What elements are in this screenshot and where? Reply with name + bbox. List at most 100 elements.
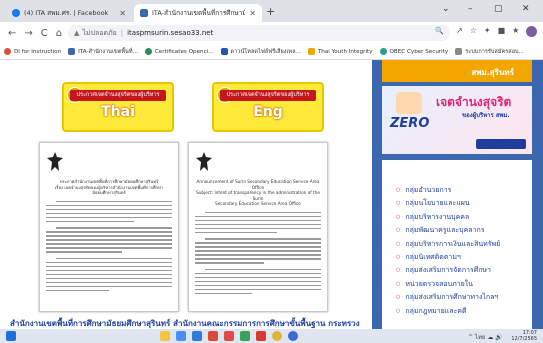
integrity-campaign-banner[interactable]: เจตจำนงสุจริต ของผู้บริหาร สพม. ZERO xyxy=(382,86,532,154)
tab-ita[interactable]: ITA-สำนักงานเขตพื้นที่การศึกษามัธยม ✕ xyxy=(134,4,262,22)
site-favicon-icon xyxy=(140,9,148,17)
chrome-icon[interactable] xyxy=(272,331,282,341)
menu-item[interactable]: กลุ่มบริหารการเงินและสินทรัพย์ xyxy=(396,238,522,251)
doc-heading-line: Announcement of Surin Secondary Educatio… xyxy=(196,179,320,190)
bookmark-star-icon[interactable]: ☆ xyxy=(470,26,477,37)
bookmark-icon xyxy=(68,48,76,55)
taskbar-app-icon[interactable] xyxy=(192,331,202,341)
campaign-sub: ของผู้บริหาร สพม. xyxy=(462,112,510,119)
menu-item[interactable]: กลุ่มกฎหมายและคดี xyxy=(396,305,522,318)
close-window-button[interactable]: ✕ xyxy=(522,4,530,14)
home-button[interactable]: ⌂ xyxy=(56,28,62,39)
campaign-logo xyxy=(476,139,526,149)
menu-item[interactable]: กลุ่มบริหารงานบุคคล xyxy=(396,211,522,224)
reload-button[interactable]: C xyxy=(41,28,48,39)
favorite-icon[interactable]: ★ xyxy=(512,26,519,37)
intent-banner-eng[interactable]: ประกาศเจตจำนงสุจริตของผู้บริหาร Eng xyxy=(212,82,324,132)
footer-org-title: สำนักงานเขตพื้นที่การศึกษามัธยมศึกษาสุริ… xyxy=(10,319,360,328)
new-tab-button[interactable]: + xyxy=(266,5,275,18)
warning-icon: ▲ xyxy=(74,29,80,37)
maximize-button[interactable]: ▢ xyxy=(494,4,503,14)
banner-text: สพม.สุรินทร์ xyxy=(471,68,514,77)
clock[interactable]: 17:07 12/7/2565 xyxy=(511,330,537,342)
facebook-icon xyxy=(12,9,20,17)
banner-ribbon: ประกาศเจตจำนงสุจริตของผู้บริหาร xyxy=(70,90,166,101)
doc-heading-line: Secondary Education Service Area Office xyxy=(215,201,301,206)
menu-item[interactable]: กลุ่มอำนวยการ xyxy=(396,184,522,197)
address-bar[interactable]: ▲ ไม่ปลอดภัย | itaspmsurin.sesao33.net 🔍 xyxy=(68,25,450,41)
bookmark-icon xyxy=(220,48,228,55)
bookmark-icon xyxy=(4,48,11,55)
doc-heading-line: ประกาศสำนักงานเขตพื้นที่การศึกษามัธยมศึก… xyxy=(59,179,159,184)
taskbar: ^ ไทย ☁ 🔊 17:07 12/7/2565 xyxy=(0,329,543,343)
zoom-icon[interactable]: 🔍 xyxy=(435,27,444,35)
department-menu: กลุ่มอำนวยการ กลุ่มนโยบายและแผน กลุ่มบริ… xyxy=(382,160,532,329)
extension-icon[interactable]: ✦ xyxy=(484,26,491,37)
taskbar-app-icon[interactable] xyxy=(288,331,298,341)
taskbar-app-icon[interactable] xyxy=(208,331,218,341)
bookmark-item[interactable]: ITA-สำนักงานเขตพื้นที่... xyxy=(68,48,138,56)
menu-item[interactable]: กลุ่มส่งเสริมการจัดการศึกษา xyxy=(396,264,522,277)
garuda-emblem-icon xyxy=(47,152,63,171)
bookmark-icon xyxy=(455,48,463,55)
bookmark-item[interactable]: Thai Youth Integrity xyxy=(307,48,373,55)
menu-item[interactable]: กลุ่มพัฒนาครูและบุคลากร xyxy=(396,224,522,237)
sidebar: สพม.สุรินทร์ เจตจำนงสุจริต ของผู้บริหาร … xyxy=(372,60,543,329)
tab-title: ITA-สำนักงานเขตพื้นที่การศึกษามัธยม xyxy=(152,9,246,17)
toolbar-icons: ↗ ☆ ✦ ■ ★ ⋮ xyxy=(456,26,543,37)
tab-facebook[interactable]: (4) ITA สพม.ศร. | Facebook ✕ xyxy=(6,4,132,22)
web-page: ประกาศเจตจำนงสุจริตของผู้บริหาร Thai ประ… xyxy=(0,60,543,329)
clock-date: 12/7/2565 xyxy=(511,336,537,342)
handshake-icon xyxy=(396,92,422,114)
menu-item[interactable]: กลุ่มส่งเสริมการศึกษาทางไกลฯ xyxy=(396,291,522,304)
garuda-emblem-icon xyxy=(196,152,212,171)
tab-title: (4) ITA สพม.ศร. | Facebook xyxy=(24,9,109,17)
forward-button[interactable]: → xyxy=(24,28,32,39)
browser-toolbar: ← → C ⌂ ▲ ไม่ปลอดภัย | itaspmsurin.sesao… xyxy=(0,22,543,44)
main-content: ประกาศเจตจำนงสุจริตของผู้บริหาร Thai ประ… xyxy=(0,60,372,329)
bookmark-item[interactable]: OBEC Cyber Security xyxy=(379,48,448,55)
security-label: ไม่ปลอดภัย xyxy=(82,28,117,37)
divider: | xyxy=(120,29,124,37)
share-icon[interactable]: ↗ xyxy=(456,26,463,37)
banner-label: Eng xyxy=(253,104,283,120)
tab-strip: (4) ITA สพม.ศร. | Facebook ✕ ITA-สำนักงา… xyxy=(0,0,543,22)
minimize-button[interactable]: – xyxy=(468,4,473,14)
taskbar-app-icon[interactable] xyxy=(240,331,250,341)
taskbar-app-icon[interactable] xyxy=(224,331,234,341)
profile-avatar[interactable] xyxy=(526,26,538,37)
doc-body xyxy=(195,211,321,294)
bookmark-icon xyxy=(144,48,152,55)
document-thai[interactable]: ประกาศสำนักงานเขตพื้นที่การศึกษามัธยมศึก… xyxy=(39,142,179,312)
menu-item[interactable]: กลุ่มนิเทศติดตามฯ xyxy=(396,251,522,264)
bookmark-item[interactable]: Certificates Openci... xyxy=(144,48,214,55)
doc-body xyxy=(46,200,172,291)
url-text: itaspmsurin.sesao33.net xyxy=(127,29,214,37)
bookmark-item[interactable]: DI for Instruction xyxy=(4,48,61,55)
menu-item[interactable]: หน่วยตรวจสอบภายใน xyxy=(396,278,522,291)
taskbar-app-icon[interactable] xyxy=(256,331,266,341)
close-tab-icon[interactable]: ✕ xyxy=(249,9,256,18)
tab-search-icon[interactable]: ⌄ xyxy=(442,4,450,14)
taskbar-app-icon[interactable] xyxy=(176,331,186,341)
doc-heading-line: เรื่อง เจตจำนงสุจริตของผู้บริหารสำนักงาน… xyxy=(54,184,164,196)
sidebar-top-banner[interactable]: สพม.สุรินทร์ xyxy=(382,60,532,82)
bookmark-icon xyxy=(379,48,387,55)
start-windows-icon[interactable] xyxy=(6,331,16,341)
bookmarks-bar: DI for Instruction ITA-สำนักงานเขตพื้นที… xyxy=(0,44,543,60)
intent-banner-thai[interactable]: ประกาศเจตจำนงสุจริตของผู้บริหาร Thai xyxy=(62,82,174,132)
close-tab-icon[interactable]: ✕ xyxy=(119,9,126,18)
menu-item[interactable]: กลุ่มนโยบายและแผน xyxy=(396,197,522,210)
bookmark-item[interactable]: ดาวน์โหลดไฟล์ฟรีเสียงเพล... xyxy=(220,48,301,56)
tab-icon[interactable]: ■ xyxy=(498,26,506,37)
doc-heading-line: Subject: Intent of transparency in the a… xyxy=(196,190,320,201)
file-explorer-icon[interactable] xyxy=(160,331,170,341)
zero-logo: ZERO xyxy=(390,116,430,131)
banner-ribbon: ประกาศเจตจำนงสุจริตของผู้บริหาร xyxy=(220,90,316,101)
bookmark-item[interactable]: ระบบการรับสมัครสอบ... xyxy=(455,48,524,56)
banner-label: Thai xyxy=(101,104,135,120)
document-eng[interactable]: Announcement of Surin Secondary Educatio… xyxy=(188,142,328,312)
bookmark-icon xyxy=(307,48,315,55)
system-tray-icons[interactable]: ^ ไทย ☁ 🔊 xyxy=(468,332,503,342)
back-button[interactable]: ← xyxy=(8,28,16,39)
